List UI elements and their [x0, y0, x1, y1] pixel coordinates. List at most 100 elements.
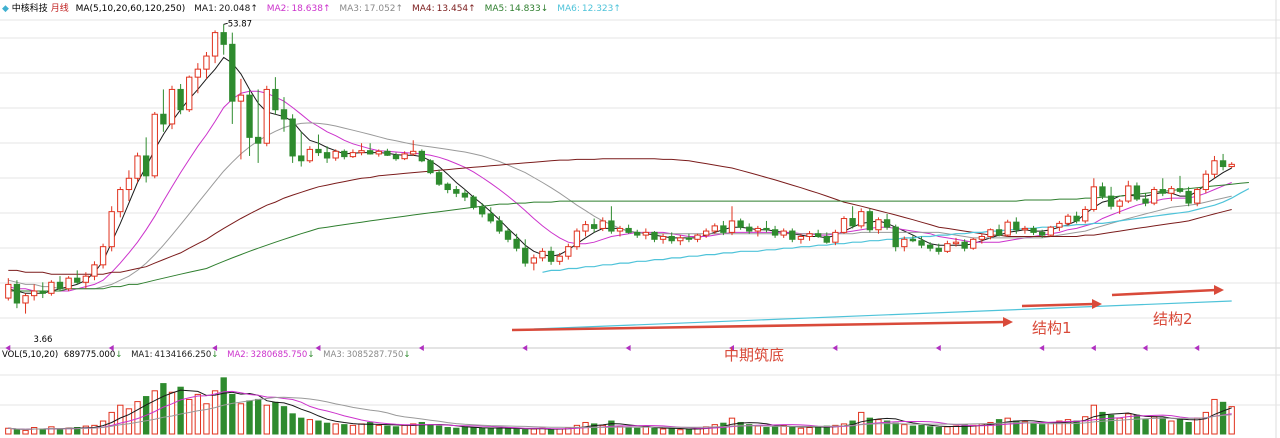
vol-ma1-value: 4134166.250 — [155, 350, 212, 360]
volume-bar-119 — [1030, 423, 1037, 435]
candle-body — [487, 213, 494, 222]
candle-body — [418, 150, 426, 162]
candle-body — [427, 160, 434, 174]
ma4-label: MA4: — [412, 4, 435, 14]
vol-label: VOL(5,10,20) — [2, 350, 58, 360]
candle-body — [642, 231, 650, 236]
candle-body — [375, 150, 382, 155]
candle-body — [470, 196, 477, 208]
volume-bar-1 — [13, 429, 21, 435]
time-marker-13 — [1194, 345, 1200, 351]
candle-body — [754, 227, 762, 232]
volume-bar-110 — [952, 425, 960, 435]
volume-bar-39 — [341, 424, 348, 435]
candle-body — [702, 230, 710, 236]
volume-bar-109 — [944, 426, 951, 435]
structure2-label: 结构2 — [1153, 310, 1193, 328]
volume-bar-53 — [461, 426, 469, 435]
volume-bar-29 — [254, 398, 262, 435]
candle-118 — [1021, 225, 1029, 234]
candle-body — [1090, 186, 1098, 210]
stock-chart[interactable]: ◆ 中核科技 月线 MA(5,10,20,60,120,250) MA1: 20.… — [0, 0, 1280, 438]
ma3-label: MA3: — [339, 4, 362, 14]
ma2-label: MA2: — [267, 4, 290, 14]
volume-bar-138 — [1194, 417, 1201, 435]
candle-body — [298, 155, 305, 162]
candle-body — [82, 275, 90, 283]
time-marker-9 — [935, 345, 941, 351]
candle-7 — [65, 276, 72, 292]
volume-bar-37 — [323, 422, 331, 435]
volume-bar-76 — [659, 428, 667, 435]
candle-body — [909, 238, 917, 242]
candle-body — [1168, 188, 1175, 194]
candle-26 — [229, 32, 236, 124]
stock-name: 中核科技 — [12, 2, 48, 14]
candle-body — [771, 229, 779, 236]
candle-body — [616, 227, 624, 232]
candle-119 — [1030, 225, 1037, 236]
candle-142 — [1228, 162, 1235, 169]
candle-body — [315, 148, 322, 154]
candle-body — [814, 233, 822, 237]
candle-body — [392, 154, 400, 160]
volume-bar-135 — [1168, 420, 1175, 435]
candle-18 — [160, 89, 167, 132]
volume-bar-98 — [849, 420, 856, 435]
candle-134 — [1159, 178, 1166, 197]
volume-bar-106 — [918, 424, 925, 435]
candle-body — [565, 246, 572, 257]
time-marker-6 — [625, 345, 631, 351]
candle-body — [1047, 226, 1054, 236]
volume-bar-57 — [496, 427, 503, 435]
volume-bar-43 — [375, 424, 382, 435]
candle-body — [659, 235, 667, 240]
ma5-label: MA5: — [485, 4, 508, 14]
volume-bar-71 — [616, 426, 624, 435]
candle-63 — [547, 246, 555, 265]
candle-36 — [315, 134, 322, 156]
candle-body — [410, 150, 417, 155]
vol-ma1-label: MA1: — [131, 350, 152, 360]
candle-102 — [883, 213, 891, 230]
candle-body — [272, 88, 279, 111]
candle-body — [823, 235, 830, 243]
candle-121 — [1047, 225, 1054, 237]
candle-72 — [625, 224, 632, 234]
candle-5 — [48, 280, 55, 296]
candle-6 — [56, 276, 64, 292]
candle-body — [160, 113, 167, 125]
candle-body — [1073, 215, 1080, 222]
candlesticks — [5, 22, 1235, 314]
candle-body — [263, 88, 270, 144]
volume-bar-45 — [392, 426, 400, 435]
ma6-value: 12.323 — [582, 4, 614, 14]
volume-bar-87 — [754, 425, 762, 435]
candle-65 — [565, 243, 572, 260]
candle-body — [1211, 160, 1218, 175]
candle-34 — [298, 131, 305, 167]
volume-bar-102 — [883, 420, 891, 435]
candle-50 — [435, 169, 443, 186]
ma2-line — [8, 90, 1232, 292]
candle-body — [952, 241, 960, 245]
candle-137 — [1185, 186, 1192, 207]
ma1-label: MA1: — [194, 4, 217, 14]
candle-body — [883, 219, 891, 228]
candle-1 — [13, 280, 21, 309]
volume-bar-6 — [56, 429, 64, 435]
volume-bar-116 — [1004, 417, 1011, 435]
time-marker-5 — [522, 345, 528, 351]
candle-body — [1056, 222, 1063, 228]
candle-85 — [737, 218, 744, 230]
volume-bar-88 — [763, 427, 770, 435]
candle-44 — [384, 148, 391, 156]
candle-body — [547, 250, 555, 262]
volume-bar-4 — [39, 428, 46, 435]
candle-body — [858, 211, 865, 227]
candle-body — [280, 109, 288, 120]
candle-112 — [970, 237, 977, 250]
candle-99 — [858, 208, 865, 229]
candle-body — [358, 150, 365, 154]
volume-bar-44 — [384, 425, 391, 435]
